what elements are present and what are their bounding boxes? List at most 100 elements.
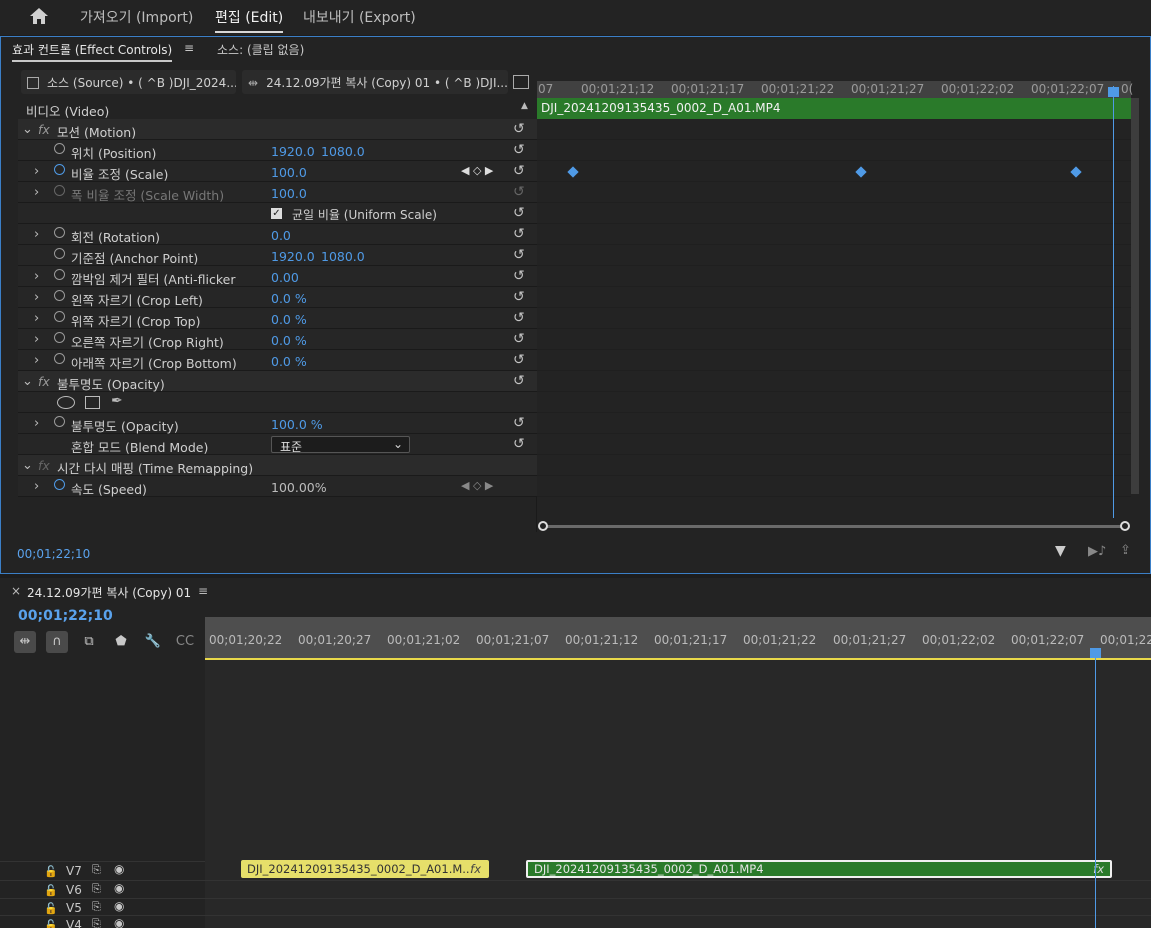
close-icon[interactable]: × [11,584,21,598]
ec-clip-bar[interactable]: DJI_20241209135435_0002_D_A01.MP4 [537,98,1131,119]
keyframe-nav-icon[interactable]: ◀ ◇ ▶ [461,164,493,177]
linked-selection-icon[interactable]: ⧉ [78,631,100,653]
edit-tab[interactable]: 편집 (Edit) [215,7,284,33]
stopwatch-icon[interactable] [54,269,65,280]
reset-icon[interactable]: ↺ [513,142,525,158]
sync-lock-icon[interactable]: ⎘ [92,900,101,914]
filter-icon[interactable]: ▼ [1055,543,1066,559]
time-remap-section-row[interactable]: ⌄ fx 시간 다시 매핑 (Time Remapping) [18,455,537,476]
reset-icon[interactable]: ↺ [513,289,525,305]
keyframe-marker[interactable] [1070,166,1082,178]
stopwatch-icon[interactable] [54,164,65,175]
pen-mask-icon[interactable]: ✒ [111,393,123,409]
reset-icon[interactable]: ↺ [513,247,525,263]
position-x-value[interactable]: 1920.0 [271,144,315,159]
sync-lock-icon[interactable]: ⎘ [92,882,101,896]
eye-icon[interactable]: ◉ [114,899,124,913]
export-frame-icon[interactable]: ⇪ [1120,543,1131,558]
clip-v7-2[interactable]: DJI_20241209135435_0002_D_A01.MP4 fx [526,860,1112,878]
keyframe-nav-icon[interactable]: ◀ ◇ ▶ [461,479,493,492]
blend-mode-select[interactable]: 표준 ⌄ [271,436,410,454]
chevron-right-icon[interactable]: › [34,353,39,368]
speed-value[interactable]: 100.00% [271,480,327,495]
panel-menu-icon[interactable]: ≡ [198,584,208,598]
snap-magnet-icon[interactable]: ∩ [46,631,68,653]
chevron-right-icon[interactable]: › [34,479,39,494]
timeline-ruler[interactable]: 00;01;20;22 00;01;20;27 00;01;21;02 00;0… [205,617,1151,660]
reset-icon[interactable]: ↺ [513,436,525,452]
source-clip-tab[interactable]: 소스 (Source) • ( ^B )DJI_2024... [21,70,236,94]
keyframe-marker[interactable] [855,166,867,178]
reset-icon[interactable]: ↺ [513,205,525,221]
stopwatch-icon[interactable] [54,311,65,322]
chevron-right-icon[interactable]: › [34,311,39,326]
insert-overwrite-icon[interactable]: ⇹ [14,631,36,653]
reset-icon[interactable]: ↺ [513,373,525,389]
ec-scrollbar[interactable] [1131,98,1139,494]
crop-right-value[interactable]: 0.0 % [271,333,307,348]
stopwatch-icon[interactable] [54,290,65,301]
crop-left-value[interactable]: 0.0 % [271,291,307,306]
opacity-section-row[interactable]: ⌄ fx 불투명도 (Opacity) ↺ [18,371,537,392]
timeline-playhead[interactable] [1095,650,1096,928]
zoom-handle-right[interactable] [1120,521,1130,531]
stopwatch-icon[interactable] [54,353,65,364]
clip-v7-1[interactable]: DJI_20241209135435_0002_D_A01.M... fx [241,860,489,878]
motion-row[interactable]: ⌄ fx 모션 (Motion) ↺ [18,119,537,140]
show-timeline-toggle-icon[interactable] [513,75,529,89]
reset-icon[interactable]: ↺ [513,121,525,137]
chevron-down-icon[interactable]: ⌄ [22,374,33,389]
sync-lock-icon[interactable]: ⎘ [92,917,101,928]
ec-zoom-scrollbar[interactable] [541,525,1126,528]
stopwatch-icon[interactable] [54,248,65,259]
lock-icon[interactable]: 🔓 [44,902,58,915]
stopwatch-icon[interactable] [54,332,65,343]
effect-controls-tab[interactable]: 효과 컨트롤 (Effect Controls) [12,41,173,62]
chevron-right-icon[interactable]: › [34,227,39,242]
play-audio-icon[interactable]: ▶♪ [1088,544,1106,559]
sync-lock-icon[interactable]: ⎘ [92,863,101,877]
sequence-clip-tab[interactable]: ⇹ 24.12.09가편 복사 (Copy) 01 • ( ^B )DJI... [242,70,508,94]
lock-icon[interactable]: 🔓 [44,865,58,878]
ec-playhead-handle[interactable] [1108,87,1119,97]
opacity-value[interactable]: 100.0 % [271,417,323,432]
position-y-value[interactable]: 1080.0 [321,144,365,159]
reset-icon[interactable]: ↺ [513,310,525,326]
keyframe-marker[interactable] [567,166,579,178]
rotation-value[interactable]: 0.0 [271,228,291,243]
reset-icon[interactable]: ↺ [513,331,525,347]
reset-icon[interactable]: ↺ [513,226,525,242]
timeline-timecode[interactable]: 00;01;22;10 [18,608,113,624]
antiflicker-value[interactable]: 0.00 [271,270,299,285]
scale-value[interactable]: 100.0 [271,165,307,180]
crop-top-value[interactable]: 0.0 % [271,312,307,327]
chevron-right-icon[interactable]: › [34,416,39,431]
ec-playhead[interactable] [1113,86,1114,518]
lock-icon[interactable]: 🔓 [44,919,58,928]
stopwatch-icon[interactable] [54,227,65,238]
eye-icon[interactable]: ◉ [114,862,124,876]
chevron-down-icon[interactable]: ⌄ [22,122,33,137]
chevron-right-icon[interactable]: › [34,269,39,284]
ellipse-mask-icon[interactable] [57,396,75,409]
chevron-down-icon[interactable]: ⌄ [22,458,33,473]
anchor-y-value[interactable]: 1080.0 [321,249,365,264]
captions-icon[interactable]: CC [174,631,196,653]
stopwatch-icon[interactable] [54,479,65,490]
lock-icon[interactable]: 🔓 [44,884,58,897]
ec-timecode[interactable]: 00;01;22;10 [17,547,90,561]
ec-time-ruler[interactable]: 07 00;01;21;12 00;01;21;17 00;01;21;22 0… [537,81,1133,98]
stopwatch-icon[interactable] [54,143,65,154]
uniform-scale-checkbox[interactable]: ✓ [271,208,282,219]
source-tab[interactable]: 소스: (클립 없음) [217,41,304,58]
zoom-handle-left[interactable] [538,521,548,531]
panel-menu-icon[interactable]: ≡ [184,41,194,55]
import-tab[interactable]: 가져오기 (Import) [80,7,193,27]
chevron-right-icon[interactable]: › [34,164,39,179]
reset-icon[interactable]: ↺ [513,415,525,431]
export-tab[interactable]: 내보내기 (Export) [303,7,416,27]
reset-icon[interactable]: ↺ [513,352,525,368]
rectangle-mask-icon[interactable] [85,396,100,409]
home-icon[interactable] [29,7,49,25]
anchor-x-value[interactable]: 1920.0 [271,249,315,264]
